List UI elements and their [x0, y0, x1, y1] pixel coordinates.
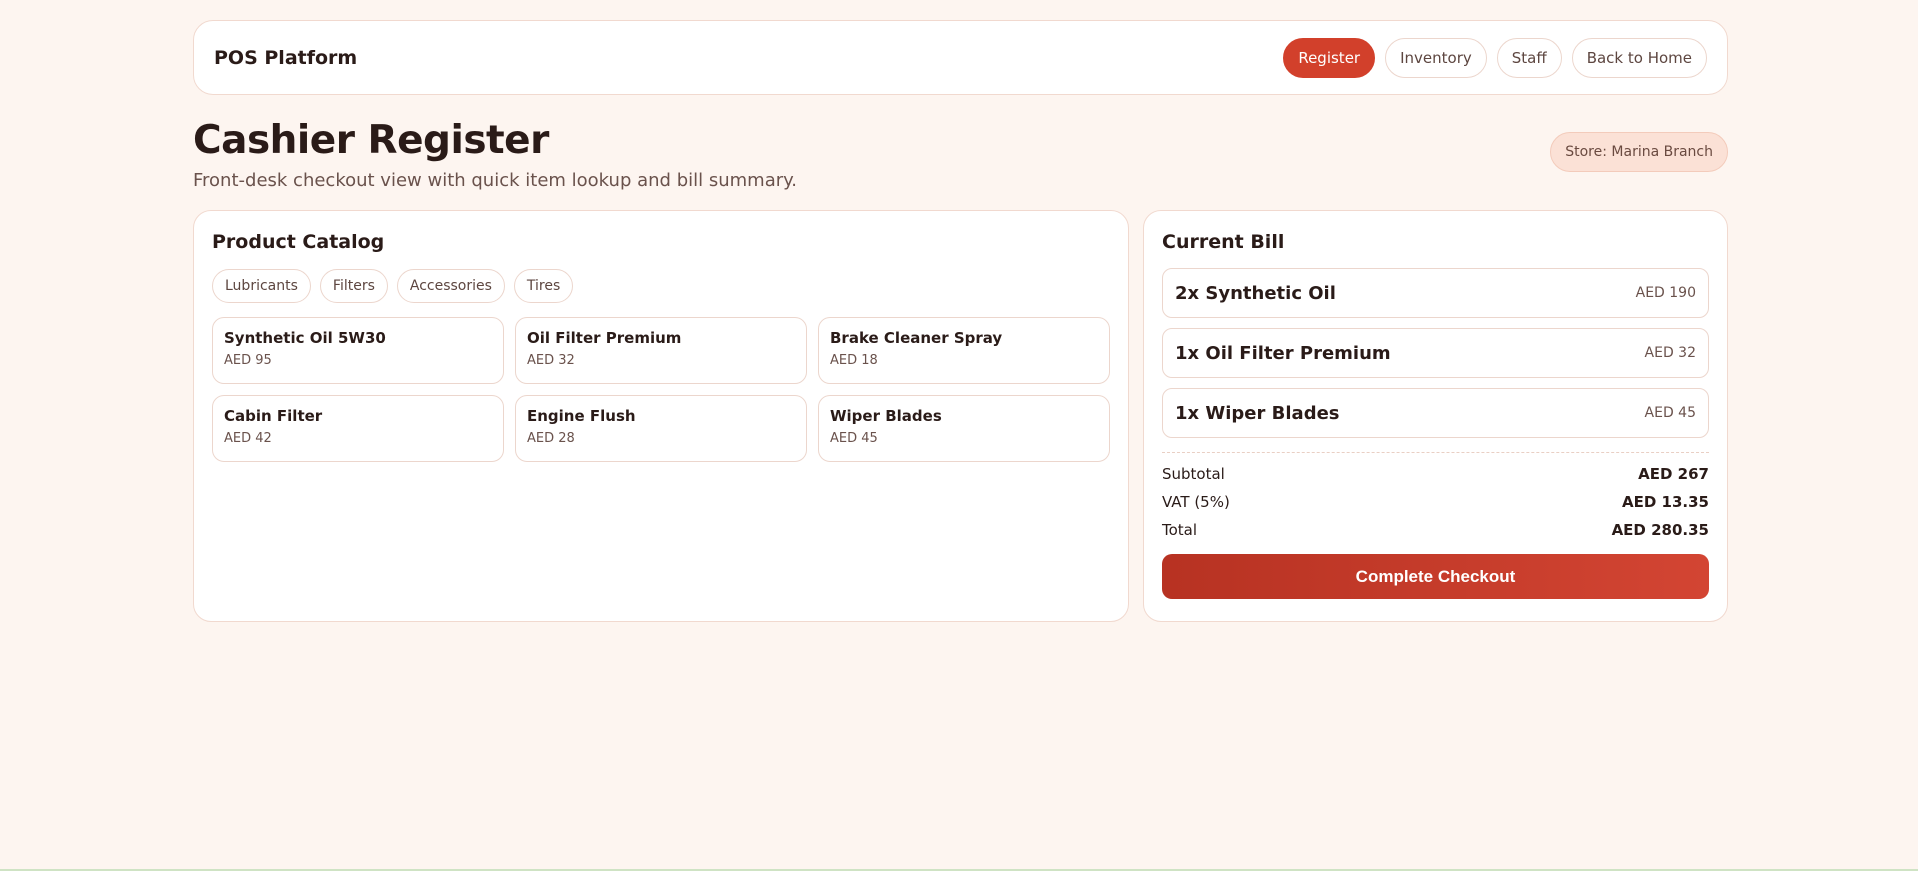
bill-item-name: 2x Synthetic Oil	[1175, 282, 1336, 304]
category-filters[interactable]: Filters	[319, 269, 388, 303]
product-price: AED 18	[830, 353, 878, 368]
product-name: Synthetic Oil 5W30	[224, 329, 386, 347]
category-filters: Lubricants Filters Accessories Tires	[212, 269, 1110, 303]
product-name: Engine Flush	[527, 407, 636, 425]
bill-item-amount: AED 190	[1635, 285, 1696, 301]
nav-staff-button[interactable]: Staff	[1496, 37, 1562, 78]
bill-line-item[interactable]: 2x Synthetic Oil AED 190	[1162, 268, 1709, 318]
product-price: AED 45	[830, 431, 878, 446]
product-price: AED 32	[527, 353, 575, 368]
subtotal-row: Subtotal AED 267	[1162, 465, 1709, 483]
brand-name[interactable]: POS Platform	[214, 47, 357, 69]
bill-line-item[interactable]: 1x Oil Filter Premium AED 32	[1162, 328, 1709, 378]
bill-item-name: 1x Oil Filter Premium	[1175, 342, 1391, 364]
bill-item-name: 1x Wiper Blades	[1175, 402, 1340, 424]
product-price: AED 42	[224, 431, 272, 446]
store-badge: Store: Marina Branch	[1550, 132, 1728, 172]
bill-totals: Subtotal AED 267 VAT (5%) AED 13.35 Tota…	[1162, 465, 1709, 539]
bill-item-amount: AED 32	[1644, 345, 1696, 361]
nav-register-button[interactable]: Register	[1283, 37, 1376, 78]
vat-label: VAT (5%)	[1162, 493, 1230, 511]
page-subtitle: Front-desk checkout view with quick item…	[193, 170, 797, 191]
product-name: Oil Filter Premium	[527, 329, 682, 347]
vat-row: VAT (5%) AED 13.35	[1162, 493, 1709, 511]
product-card[interactable]: Synthetic Oil 5W30 AED 95	[212, 317, 504, 384]
category-tires[interactable]: Tires	[513, 269, 574, 303]
total-label: Total	[1162, 521, 1198, 539]
total-value: AED 280.35	[1611, 521, 1709, 539]
product-name: Brake Cleaner Spray	[830, 329, 1003, 347]
product-card[interactable]: Wiper Blades AED 45	[818, 395, 1110, 462]
product-price: AED 95	[224, 353, 272, 368]
product-card[interactable]: Oil Filter Premium AED 32	[515, 317, 807, 384]
nav-back-home-button[interactable]: Back to Home	[1571, 37, 1707, 78]
nav-links: Register Inventory Staff Back to Home	[1283, 37, 1707, 78]
nav-inventory-button[interactable]: Inventory	[1385, 37, 1487, 78]
subtotal-value: AED 267	[1638, 465, 1709, 483]
top-navbar: POS Platform Register Inventory Staff Ba…	[193, 20, 1728, 95]
category-accessories[interactable]: Accessories	[396, 269, 505, 303]
total-row: Total AED 280.35	[1162, 521, 1709, 539]
current-bill-panel: Current Bill 2x Synthetic Oil AED 190 1x…	[1143, 210, 1728, 622]
bill-line-item[interactable]: 1x Wiper Blades AED 45	[1162, 388, 1709, 438]
bill-divider	[1162, 452, 1709, 453]
catalog-title: Product Catalog	[212, 231, 385, 253]
vat-value: AED 13.35	[1622, 493, 1709, 511]
bill-items: 2x Synthetic Oil AED 190 1x Oil Filter P…	[1162, 268, 1709, 438]
category-lubricants[interactable]: Lubricants	[212, 269, 311, 303]
product-card[interactable]: Engine Flush AED 28	[515, 395, 807, 462]
product-name: Wiper Blades	[830, 407, 942, 425]
subtotal-label: Subtotal	[1162, 465, 1225, 483]
product-card[interactable]: Cabin Filter AED 42	[212, 395, 504, 462]
product-grid: Synthetic Oil 5W30 AED 95 Oil Filter Pre…	[212, 317, 1110, 462]
page-title: Cashier Register	[193, 118, 549, 163]
product-name: Cabin Filter	[224, 407, 323, 425]
product-card[interactable]: Brake Cleaner Spray AED 18	[818, 317, 1110, 384]
product-catalog-panel: Product Catalog Lubricants Filters Acces…	[193, 210, 1129, 622]
bill-item-amount: AED 45	[1644, 405, 1696, 421]
product-price: AED 28	[527, 431, 575, 446]
complete-checkout-button[interactable]: Complete Checkout	[1162, 554, 1709, 599]
bill-title: Current Bill	[1162, 231, 1285, 253]
